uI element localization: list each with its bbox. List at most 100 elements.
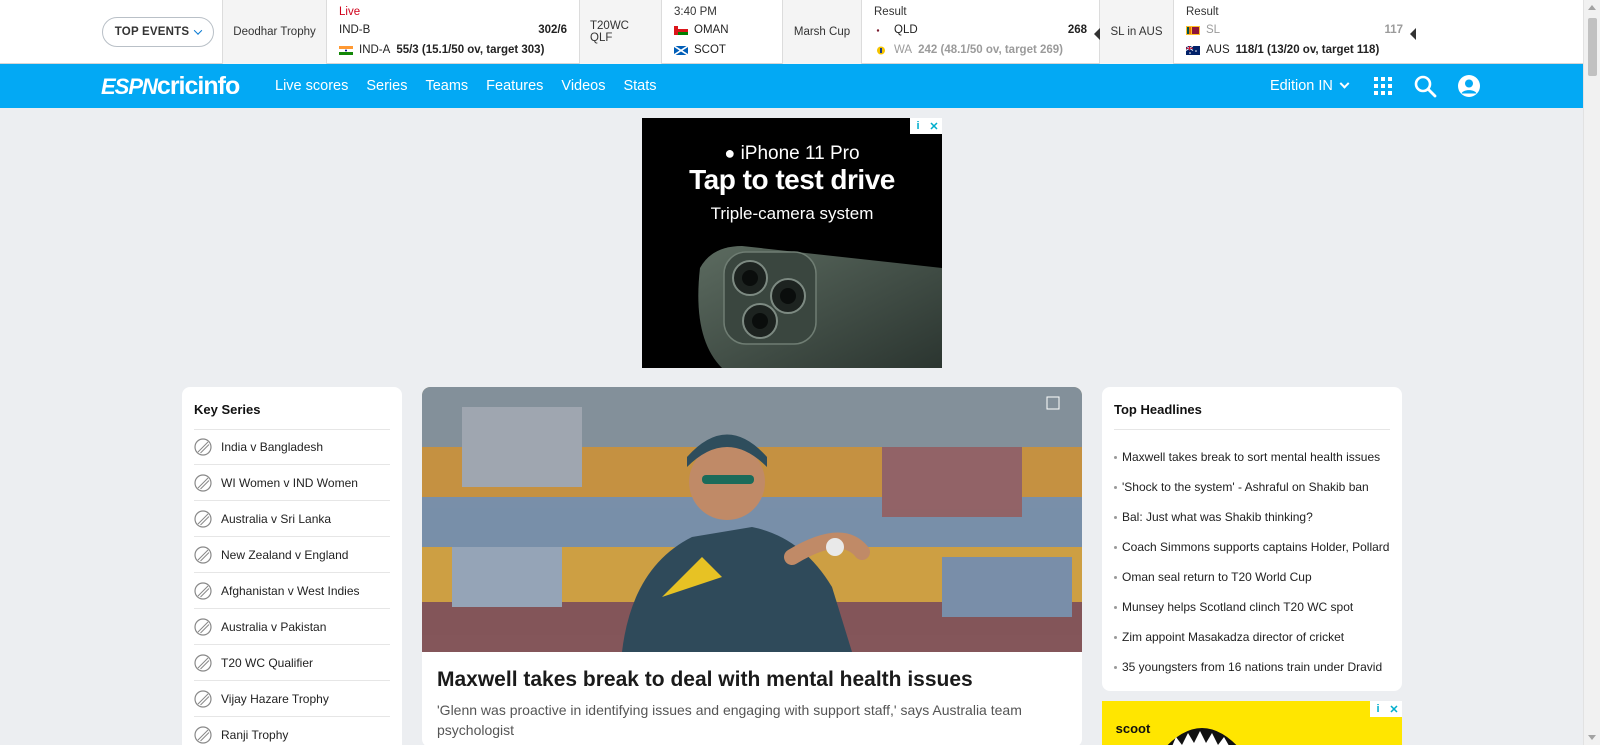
ticker-team-row: WA 242 (48.1/50 ov, target 269) xyxy=(874,40,1087,60)
oman-flag-icon xyxy=(674,25,688,35)
key-series-item[interactable]: Ranji Trophy xyxy=(194,717,390,745)
key-series-card: Key Series India v Bangladesh WI Women v… xyxy=(182,387,402,745)
team-name: AUS xyxy=(1206,44,1230,56)
bullet-icon xyxy=(1114,485,1117,489)
ticker-team-row: IND-A 55/3 (15.1/50 ov, target 303) xyxy=(339,40,567,60)
team-score: 55/3 (15.1/50 ov, target 303) xyxy=(396,44,545,56)
search-icon[interactable] xyxy=(1413,74,1437,98)
hero-image[interactable] xyxy=(422,387,1082,652)
key-series-item[interactable]: Vijay Hazare Trophy xyxy=(194,681,390,717)
team-name: SL xyxy=(1206,24,1221,36)
hero-story-card[interactable]: Maxwell takes break to deal with mental … xyxy=(422,387,1082,745)
edition-selector[interactable]: Edition IN xyxy=(1270,64,1350,108)
nav-link-teams[interactable]: Teams xyxy=(425,78,468,94)
headline-item[interactable]: Zim appoint Masakadza director of cricke… xyxy=(1114,622,1390,652)
ticker-match-card[interactable]: Live IND-B 302/6 IND-A 55/3 (15.1/50 ov,… xyxy=(326,0,579,64)
team-name: IND-B xyxy=(339,24,371,36)
key-series-label: T20 WC Qualifier xyxy=(221,655,314,670)
ad-close-icon[interactable]: ✕ xyxy=(1386,701,1402,717)
bullet-icon xyxy=(1114,455,1117,459)
hero-photo xyxy=(422,387,1082,652)
bullet-icon xyxy=(1114,515,1117,519)
nav-link-stats[interactable]: Stats xyxy=(623,78,656,94)
cricket-ball-icon xyxy=(194,689,212,708)
top-headlines-card: Top Headlines Maxwell takes break to sor… xyxy=(1102,387,1402,691)
ticker-match-card[interactable]: Result QLD 268 WA 242 (48.1/50 ov, targe… xyxy=(861,0,1100,64)
ticker-series-label: SL in AUS xyxy=(1110,26,1163,38)
user-account-icon[interactable] xyxy=(1457,74,1481,98)
key-series-label: WI Women v IND Women xyxy=(221,475,358,490)
headline-text: Munsey helps Scotland clinch T20 WC spot xyxy=(1122,600,1354,614)
headline-text: Zim appoint Masakadza director of cricke… xyxy=(1122,630,1345,644)
ticker-series-sl-aus[interactable]: SL in AUS xyxy=(1099,0,1173,64)
nav-link-live-scores[interactable]: Live scores xyxy=(275,78,348,94)
key-series-label: India v Bangladesh xyxy=(221,440,324,454)
cricket-ball-icon xyxy=(194,725,212,744)
key-series-label: Vijay Hazare Trophy xyxy=(221,691,329,706)
top-headlines-title: Top Headlines xyxy=(1114,402,1202,417)
top-events-label: TOP EVENTS xyxy=(114,26,190,38)
key-series-item[interactable]: T20 WC Qualifier xyxy=(194,645,390,681)
scroll-up-arrow-icon[interactable] xyxy=(1588,5,1596,10)
key-series-item[interactable]: India v Bangladesh xyxy=(194,429,390,465)
srilanka-flag-icon xyxy=(1186,25,1200,35)
headline-item[interactable]: Bal: Just what was Shakib thinking? xyxy=(1114,502,1390,532)
key-series-item[interactable]: Australia v Sri Lanka xyxy=(194,501,390,537)
cricket-ball-icon xyxy=(194,617,212,636)
key-series-item[interactable]: New Zealand v England xyxy=(194,537,390,573)
headline-item[interactable]: Coach Simmons supports captains Holder, … xyxy=(1114,532,1390,562)
scoot-ad[interactable]: scoot i ✕ xyxy=(1102,701,1402,745)
ticker-team-row: SCOT xyxy=(674,40,770,60)
chevron-down-icon xyxy=(193,26,203,35)
team-name: IND-A xyxy=(359,44,391,56)
apps-grid-icon[interactable] xyxy=(1371,74,1395,98)
ad-choices[interactable]: i ✕ xyxy=(1370,701,1402,717)
headline-text: Coach Simmons supports captains Holder, … xyxy=(1122,540,1390,554)
page-scrollbar[interactable] xyxy=(1583,0,1600,745)
headline-item[interactable]: Maxwell takes break to sort mental healt… xyxy=(1114,442,1390,472)
ticker-series-deodhar[interactable]: Deodhar Trophy xyxy=(222,0,326,64)
caret-left-icon xyxy=(1094,28,1100,40)
match-status-result: Result xyxy=(874,6,907,18)
ticker-series-t20wc[interactable]: T20WC QLF xyxy=(579,0,661,64)
wa-flag-icon xyxy=(877,46,885,54)
headline-item[interactable]: 'Shock to the system' - Ashraful on Shak… xyxy=(1114,472,1390,502)
top-events-button[interactable]: TOP EVENTS xyxy=(101,17,215,47)
headline-item[interactable]: 35 youngsters from 16 nations train unde… xyxy=(1114,652,1390,682)
ad-info-icon[interactable]: i xyxy=(1370,701,1386,717)
match-status-result: Result xyxy=(1186,6,1219,18)
scroll-down-arrow-icon[interactable] xyxy=(1588,735,1596,740)
bullet-icon xyxy=(1114,575,1117,579)
hero-headline[interactable]: Maxwell takes break to deal with mental … xyxy=(437,668,973,692)
headline-text: Bal: Just what was Shakib thinking? xyxy=(1122,510,1313,524)
key-series-label: Afghanistan v West Indies xyxy=(221,583,360,598)
bullet-icon xyxy=(1114,605,1117,609)
ticker-team-row: IND-B 302/6 xyxy=(339,20,567,40)
nav-link-features[interactable]: Features xyxy=(486,78,543,94)
nav-link-series[interactable]: Series xyxy=(366,78,407,94)
nav-link-videos[interactable]: Videos xyxy=(561,78,605,94)
edition-label: Edition IN xyxy=(1270,78,1333,94)
ticker-match-card[interactable]: Result SL 117 AUS 118/1 (13/20 ov, targe… xyxy=(1173,0,1416,64)
team-name: QLD xyxy=(894,24,918,36)
key-series-item[interactable]: WI Women v IND Women xyxy=(194,465,390,501)
chevron-down-icon xyxy=(1339,78,1350,89)
ticker-series-marsh[interactable]: Marsh Cup xyxy=(782,0,861,64)
iphone-ad[interactable]: i ✕ ● iPhone 11 Pro Tap to test drive Tr… xyxy=(642,118,942,368)
key-series-item[interactable]: Australia v Pakistan xyxy=(194,609,390,645)
team-score: 117 xyxy=(1384,24,1403,36)
ticker-match-card[interactable]: 3:40 PM OMAN SCOT xyxy=(661,0,782,64)
match-status-live: Live xyxy=(339,6,361,18)
ticker-team-row: QLD 268 xyxy=(874,20,1087,40)
key-series-label: Australia v Pakistan xyxy=(221,619,327,634)
headline-item[interactable]: Munsey helps Scotland clinch T20 WC spot xyxy=(1114,592,1390,622)
espncricinfo-logo[interactable]: ESPN cricinfo xyxy=(101,72,240,100)
headline-item[interactable]: Oman seal return to T20 World Cup xyxy=(1114,562,1390,592)
score-ticker: TOP EVENTS Deodhar Trophy Live IND-B 302… xyxy=(0,0,1583,64)
logo-cricinfo: cricinfo xyxy=(156,72,240,100)
team-name: WA xyxy=(894,44,913,56)
scrollbar-thumb[interactable] xyxy=(1588,18,1597,76)
key-series-item[interactable]: Afghanistan v West Indies xyxy=(194,573,390,609)
india-flag-icon xyxy=(339,45,353,55)
ticker-series-label: T20WC QLF xyxy=(590,20,629,44)
